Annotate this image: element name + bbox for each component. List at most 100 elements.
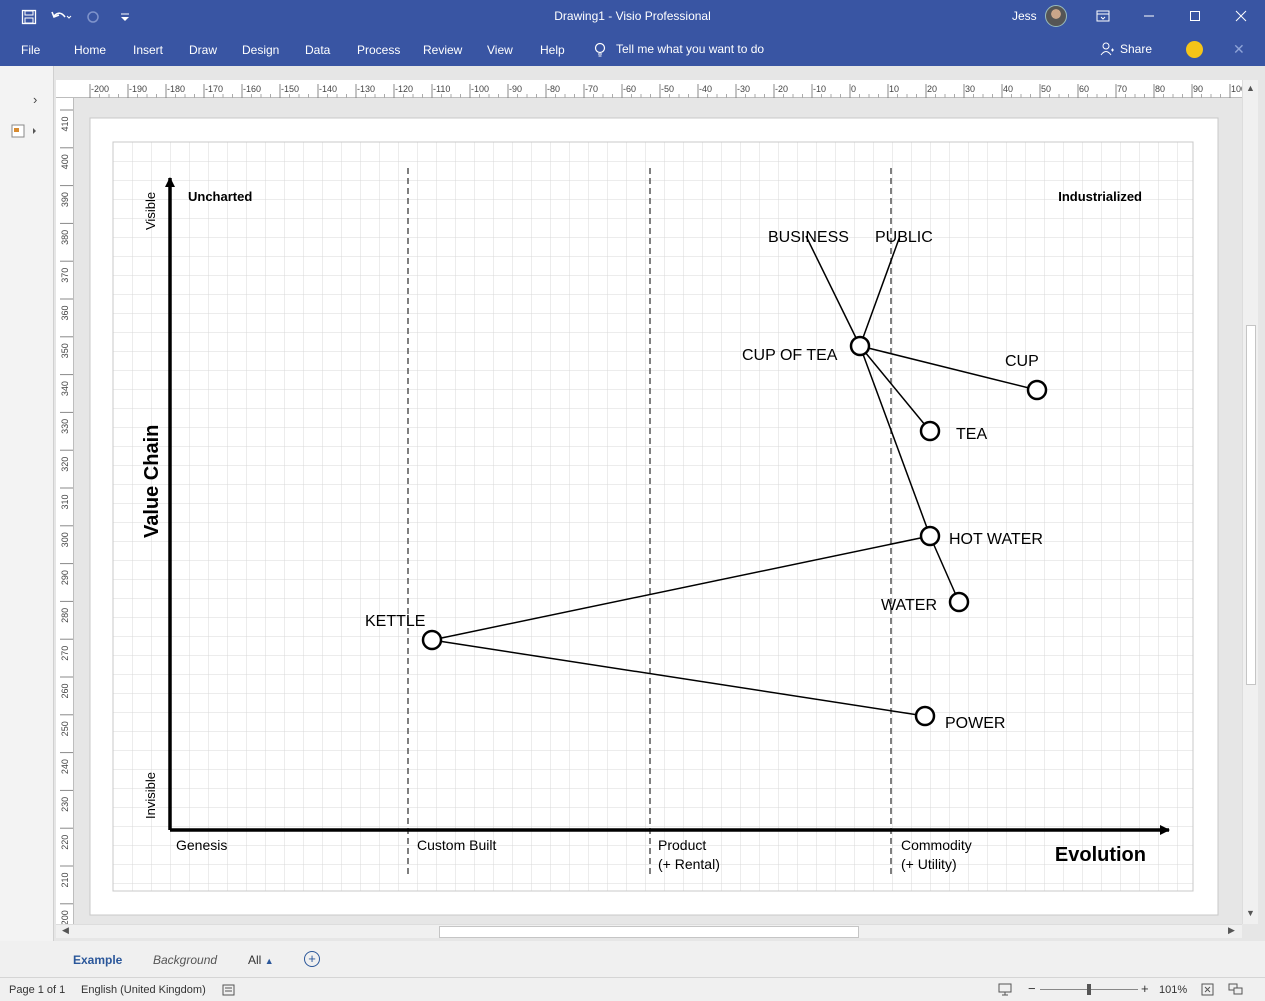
page-indicator[interactable]: Page 1 of 1 bbox=[9, 984, 65, 996]
ribbon-display-options-icon[interactable] bbox=[1091, 5, 1115, 27]
language-indicator[interactable]: English (United Kingdom) bbox=[81, 984, 206, 996]
uncharted-label: Uncharted bbox=[188, 189, 252, 204]
minimize-button[interactable] bbox=[1137, 5, 1161, 27]
label-public[interactable]: PUBLIC bbox=[875, 229, 933, 246]
tab-all[interactable]: All ▲ bbox=[248, 953, 274, 967]
menu-design[interactable]: Design bbox=[242, 43, 279, 57]
ruler-label: -140 bbox=[319, 84, 337, 94]
title-bar: Drawing1 - Visio Professional Jess bbox=[0, 0, 1265, 34]
menu-process[interactable]: Process bbox=[357, 43, 400, 57]
add-page-icon[interactable]: + bbox=[304, 951, 320, 967]
zoom-slider-thumb[interactable] bbox=[1087, 984, 1091, 995]
ruler-label: -20 bbox=[775, 84, 788, 94]
caret-up-icon: ▲ bbox=[264, 956, 274, 966]
horizontal-scroll-thumb[interactable] bbox=[439, 926, 859, 938]
ruler-label: 70 bbox=[1117, 84, 1127, 94]
node-power[interactable] bbox=[914, 705, 936, 727]
node-cup[interactable] bbox=[1026, 379, 1048, 401]
ruler-label: 360 bbox=[60, 305, 70, 320]
ruler-label: -120 bbox=[395, 84, 413, 94]
drawing-svg[interactable]: Value Chain Visible Invisible Evolution … bbox=[74, 98, 1242, 924]
ruler-label: 300 bbox=[60, 532, 70, 547]
macro-icon[interactable] bbox=[222, 983, 235, 999]
ruler-label: 410 bbox=[60, 116, 70, 131]
ruler-label: -10 bbox=[813, 84, 826, 94]
menu-help[interactable]: Help bbox=[540, 43, 565, 57]
ruler-label: 290 bbox=[60, 570, 70, 585]
stage-commodity-sub: (+ Utility) bbox=[901, 856, 957, 872]
share-button[interactable]: Share bbox=[1100, 42, 1152, 59]
ruler-label: -190 bbox=[129, 84, 147, 94]
menu-home[interactable]: Home bbox=[74, 43, 106, 57]
node-cup-of-tea[interactable] bbox=[849, 335, 871, 357]
vertical-scrollbar[interactable]: ▲ ▼ bbox=[1242, 80, 1258, 924]
maximize-button[interactable] bbox=[1183, 5, 1207, 27]
scroll-right-icon[interactable]: ▶ bbox=[1228, 925, 1235, 936]
tell-me-box[interactable]: Tell me what you want to do bbox=[594, 42, 764, 61]
visible-label: Visible bbox=[143, 192, 158, 230]
label-power[interactable]: POWER bbox=[945, 715, 1005, 732]
horizontal-ruler: -200 -190 -180 -170 -160 -150 -140 -130 -120 -110… bbox=[56, 80, 1246, 98]
ruler-label: 260 bbox=[60, 683, 70, 698]
menu-insert[interactable]: Insert bbox=[133, 43, 163, 57]
menu-review[interactable]: Review bbox=[423, 43, 462, 57]
map-grid bbox=[112, 141, 1194, 892]
label-water[interactable]: WATER bbox=[881, 597, 937, 614]
stage-product: Product bbox=[658, 837, 706, 853]
label-cup-of-tea[interactable]: CUP OF TEA bbox=[742, 347, 838, 364]
menu-data[interactable]: Data bbox=[305, 43, 330, 57]
label-cup[interactable]: CUP bbox=[1005, 353, 1039, 370]
menu-view[interactable]: View bbox=[487, 43, 513, 57]
ruler-label: -180 bbox=[167, 84, 185, 94]
expand-shapes-icon[interactable]: › bbox=[33, 92, 37, 107]
ribbon-tabs: File Home Insert Draw Design Data Proces… bbox=[0, 34, 1265, 66]
drawing-canvas[interactable]: Value Chain Visible Invisible Evolution … bbox=[74, 98, 1242, 924]
ruler-label: 240 bbox=[60, 759, 70, 774]
share-label: Share bbox=[1120, 42, 1153, 56]
zoom-out-icon[interactable]: − bbox=[1028, 981, 1036, 996]
scroll-down-icon[interactable]: ▼ bbox=[1246, 908, 1255, 918]
label-business[interactable]: BUSINESS bbox=[768, 229, 849, 246]
ruler-label: 60 bbox=[1079, 84, 1089, 94]
node-tea[interactable] bbox=[919, 420, 941, 442]
presentation-mode-icon[interactable] bbox=[998, 983, 1012, 999]
vertical-ruler: 410 400 390 380 370 360 350 340 330 320 310 300 290 2… bbox=[56, 98, 74, 924]
ruler-label: 390 bbox=[60, 192, 70, 207]
feedback-smiley-icon[interactable] bbox=[1186, 41, 1203, 58]
menu-draw[interactable]: Draw bbox=[189, 43, 217, 57]
ruler-label: 370 bbox=[60, 268, 70, 283]
label-tea[interactable]: TEA bbox=[956, 426, 987, 443]
node-hot-water[interactable] bbox=[919, 525, 941, 547]
ruler-label: -60 bbox=[623, 84, 636, 94]
ruler-label: 220 bbox=[60, 835, 70, 850]
lightbulb-icon bbox=[594, 42, 606, 61]
scroll-left-icon[interactable]: ◀ bbox=[62, 925, 69, 936]
user-name[interactable]: Jess bbox=[1012, 9, 1037, 23]
shapes-stencil-icon[interactable] bbox=[11, 123, 37, 144]
ruler-label: 320 bbox=[60, 457, 70, 472]
ruler-label: 350 bbox=[60, 343, 70, 358]
ruler-label: -70 bbox=[585, 84, 598, 94]
ruler-label: -200 bbox=[91, 84, 109, 94]
label-hot-water[interactable]: HOT WATER bbox=[949, 531, 1043, 548]
zoom-in-icon[interactable]: + bbox=[1141, 981, 1149, 996]
tab-background[interactable]: Background bbox=[153, 953, 217, 967]
fit-page-icon[interactable] bbox=[1201, 983, 1214, 999]
avatar[interactable] bbox=[1045, 5, 1067, 27]
node-water[interactable] bbox=[948, 591, 970, 613]
menu-file[interactable]: File bbox=[21, 43, 40, 57]
label-kettle[interactable]: KETTLE bbox=[365, 613, 425, 630]
zoom-level[interactable]: 101% bbox=[1159, 984, 1187, 996]
tab-example[interactable]: Example bbox=[73, 953, 122, 967]
invisible-label: Invisible bbox=[143, 772, 158, 819]
ruler-label: 30 bbox=[965, 84, 975, 94]
close-ribbon-icon[interactable]: ✕ bbox=[1233, 41, 1245, 58]
ruler-label: 380 bbox=[60, 230, 70, 245]
stage-genesis: Genesis bbox=[176, 837, 227, 853]
scroll-up-icon[interactable]: ▲ bbox=[1246, 83, 1255, 93]
close-button[interactable] bbox=[1229, 5, 1253, 27]
horizontal-scrollbar[interactable]: ◀ ▶ bbox=[56, 924, 1242, 938]
node-kettle[interactable] bbox=[421, 629, 443, 651]
vertical-scroll-thumb[interactable] bbox=[1246, 325, 1256, 685]
switch-windows-icon[interactable] bbox=[1228, 983, 1243, 999]
